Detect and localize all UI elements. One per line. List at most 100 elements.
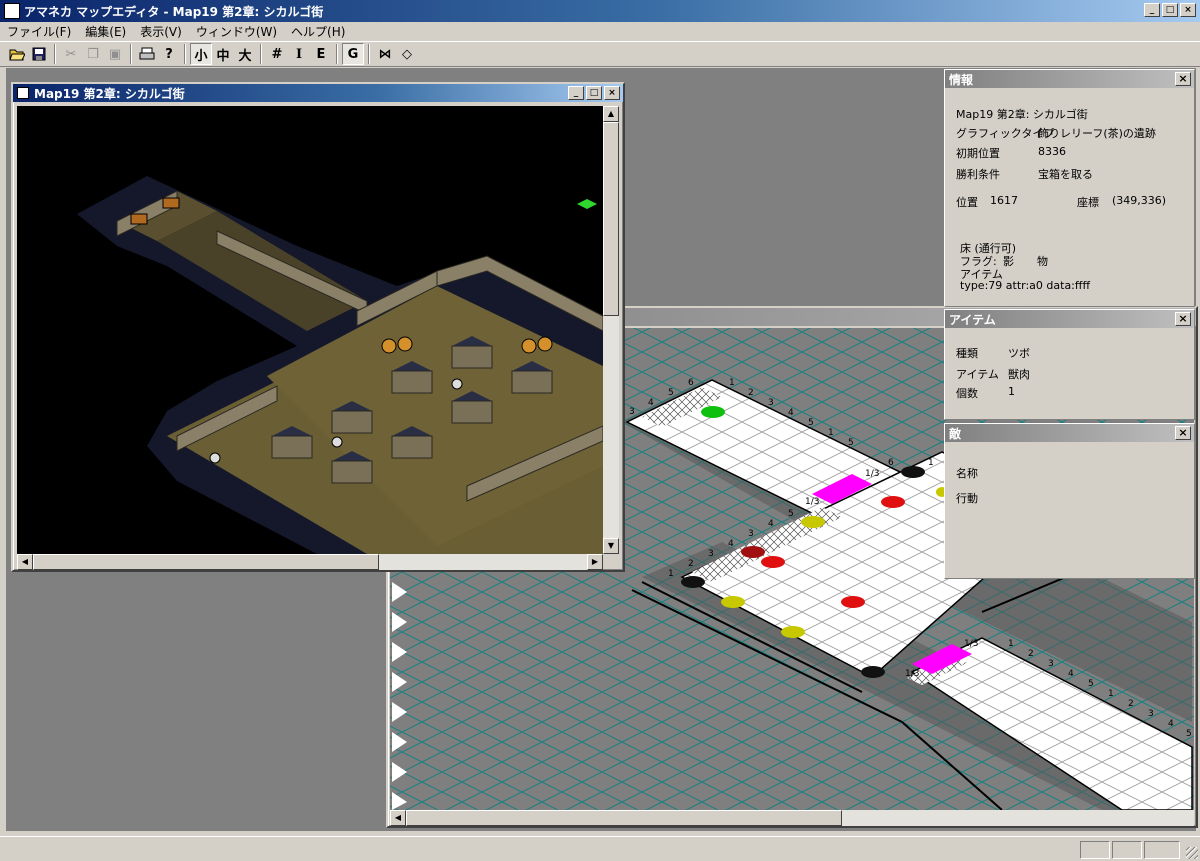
iso-label: 5 xyxy=(788,509,794,519)
app-title-bar: アマネカ マップエディタ - Map19 第2章: シカルゴ街 _ □ × xyxy=(0,0,1200,22)
info-panel-title-bar: 情報 × xyxy=(945,70,1194,88)
child-close-button[interactable]: × xyxy=(604,86,620,100)
open-icon[interactable] xyxy=(6,43,28,65)
zoom-large-button[interactable]: 大 xyxy=(234,43,256,65)
help-icon[interactable]: ? xyxy=(158,43,180,65)
g-mode-button[interactable]: G xyxy=(342,43,364,65)
iso-label: 3 xyxy=(708,549,714,559)
iso-label: 4 xyxy=(768,519,774,529)
iso-label: 1/3 xyxy=(905,669,919,679)
treasure-chest-icon xyxy=(130,213,148,225)
iso-label: 2 xyxy=(1028,649,1034,659)
initial-pos-value: 8336 xyxy=(1038,145,1066,158)
position-label: 位置 xyxy=(956,196,978,209)
scroll-thumb[interactable] xyxy=(406,810,842,826)
status-cell xyxy=(1144,841,1180,859)
win-condition-label: 勝利条件 xyxy=(956,168,1000,181)
iso-label: 3 xyxy=(748,529,754,539)
menu-edit[interactable]: 編集(E) xyxy=(78,23,133,40)
link-icon[interactable]: ⋈ xyxy=(374,43,396,65)
copy-icon[interactable]: ❐ xyxy=(82,43,104,65)
status-bar xyxy=(0,836,1200,861)
iso-label: 6 xyxy=(888,458,894,468)
iso-label: 2 xyxy=(748,388,754,398)
initial-pos-label: 初期位置 xyxy=(956,147,1000,160)
maximize-button[interactable]: □ xyxy=(1162,3,1178,17)
iso-label: 1/3 xyxy=(805,497,819,507)
map-preview-title: Map19 第2章: シカルゴ街 xyxy=(34,86,185,101)
menu-file[interactable]: ファイル(F) xyxy=(0,23,78,40)
preview-hscrollbar[interactable]: ◀ ▶ xyxy=(17,554,603,570)
paste-icon[interactable]: ▣ xyxy=(104,43,126,65)
resize-grip[interactable] xyxy=(1186,847,1198,859)
position-value: 1617 xyxy=(990,194,1018,207)
app-icon[interactable] xyxy=(4,3,20,19)
item-panel-close-icon[interactable]: × xyxy=(1175,312,1191,326)
enemy-mode-button[interactable]: E xyxy=(310,43,332,65)
map-preview-canvas[interactable] xyxy=(17,106,603,554)
win-condition-value: 宝箱を取る xyxy=(1038,168,1093,181)
flag-object: 物 xyxy=(1037,255,1048,268)
iso-label: 6 xyxy=(688,378,694,388)
diamond-icon[interactable]: ◇ xyxy=(396,43,418,65)
zoom-medium-button[interactable]: 中 xyxy=(212,43,234,65)
scroll-up-arrow[interactable]: ▲ xyxy=(603,106,619,122)
item-panel-title: アイテム xyxy=(949,312,996,327)
item-name-label: アイテム xyxy=(956,368,999,381)
iso-hscrollbar[interactable]: ◀ xyxy=(390,810,1194,826)
treasure-chest-icon xyxy=(162,197,180,209)
iso-label: 3 xyxy=(629,407,635,417)
scroll-right-arrow[interactable]: ▶ xyxy=(587,554,603,570)
coord-value: (349,336) xyxy=(1112,194,1167,207)
child-minimize-button[interactable]: _ xyxy=(568,86,584,100)
map-preview-window: Map19 第2章: シカルゴ街 _ □ × ▲ ▼ ◀ ▶ xyxy=(11,82,625,572)
info-panel-close-icon[interactable]: × xyxy=(1175,72,1191,86)
iso-label: 4 xyxy=(1068,669,1074,679)
preview-vscrollbar[interactable]: ▲ ▼ xyxy=(603,106,619,554)
menu-bar: ファイル(F) 編集(E) 表示(V) ウィンドウ(W) ヘルプ(H) xyxy=(0,22,1200,40)
scroll-left-arrow[interactable]: ◀ xyxy=(17,554,33,570)
item-kind-label: 種類 xyxy=(956,347,978,360)
enemy-panel-title: 敵 xyxy=(949,426,962,441)
enemy-action-label: 行動 xyxy=(956,492,978,505)
print-icon[interactable] xyxy=(136,43,158,65)
item-count-label: 個数 xyxy=(956,387,978,400)
iso-label: 1 xyxy=(668,569,674,579)
close-button[interactable]: × xyxy=(1180,3,1196,17)
item-name-value: 獣肉 xyxy=(1008,368,1030,381)
save-icon[interactable] xyxy=(28,43,50,65)
minimize-button[interactable]: _ xyxy=(1144,3,1160,17)
hscroll-thumb[interactable] xyxy=(33,554,379,570)
iso-label: 2 xyxy=(688,559,694,569)
zoom-small-button[interactable]: 小 xyxy=(190,43,212,65)
vscroll-thumb[interactable] xyxy=(603,122,619,316)
scroll-down-arrow[interactable]: ▼ xyxy=(603,538,619,554)
menu-help[interactable]: ヘルプ(H) xyxy=(284,23,352,40)
iso-label: 5 xyxy=(1186,729,1192,739)
map-preview-title-bar: Map19 第2章: シカルゴ街 _ □ × xyxy=(13,84,623,102)
graphic-type-value: 飾りレリーフ(茶)の遺跡 xyxy=(1038,127,1156,140)
iso-label: 5 xyxy=(1088,679,1094,689)
status-cell xyxy=(1080,841,1110,859)
grid-icon[interactable]: # xyxy=(266,43,288,65)
iso-label: 4 xyxy=(648,398,654,408)
menu-view[interactable]: 表示(V) xyxy=(133,23,189,40)
iso-label: 4 xyxy=(788,408,794,418)
info-panel: 情報 × Map19 第2章: シカルゴ街 グラフィックタイプ 飾りレリーフ(茶… xyxy=(944,69,1195,307)
menu-window[interactable]: ウィンドウ(W) xyxy=(189,23,284,40)
app-title: アマネカ マップエディタ - Map19 第2章: シカルゴ街 xyxy=(24,4,324,19)
info-panel-title: 情報 xyxy=(949,72,974,87)
iso-label: 3 xyxy=(1048,659,1054,669)
scroll-left-arrow[interactable]: ◀ xyxy=(390,810,406,826)
toolbar: ✂ ❐ ▣ ? 小 中 大 # I E G ⋈ ◇ xyxy=(0,41,1200,67)
enemy-panel-close-icon[interactable]: × xyxy=(1175,426,1191,440)
child-maximize-button[interactable]: □ xyxy=(586,86,602,100)
cut-icon[interactable]: ✂ xyxy=(60,43,82,65)
iso-label: 5 xyxy=(668,388,674,398)
item-mode-button[interactable]: I xyxy=(288,43,310,65)
flag-shadow: 影 xyxy=(1003,255,1014,268)
item-panel: アイテム × 種類 ツボ アイテム 獣肉 個数 1 xyxy=(944,309,1195,420)
item-kind-value: ツボ xyxy=(1008,347,1030,360)
item-count-value: 1 xyxy=(1008,385,1015,398)
iso-label: 5 xyxy=(848,438,854,448)
